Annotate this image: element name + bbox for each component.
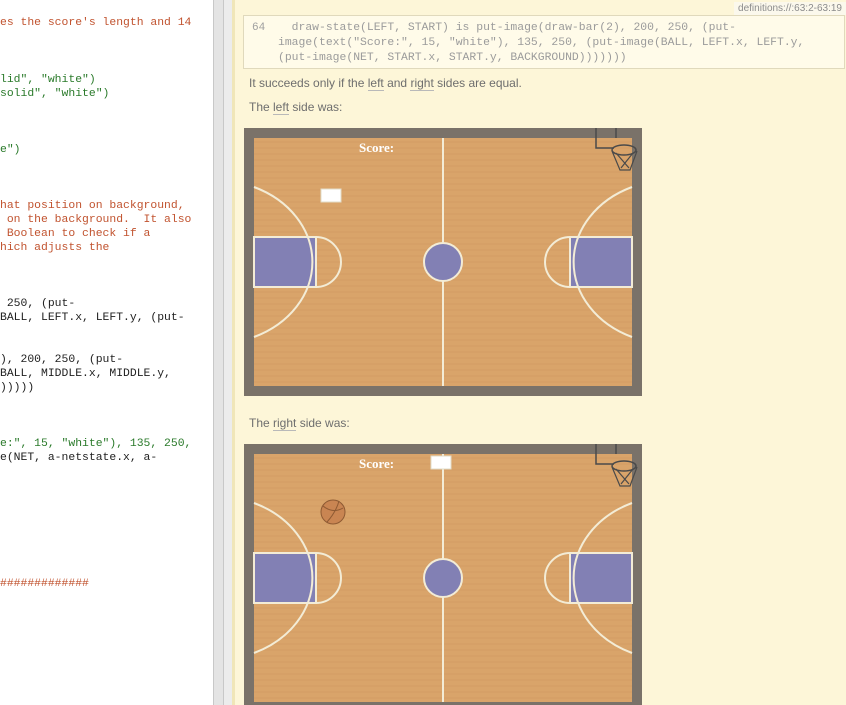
- check-expression: draw-state(LEFT, START) is put-image(dra…: [278, 21, 838, 66]
- check-expression-line: (put-image(NET, START.x, START.y, BACKGR…: [278, 52, 627, 64]
- left-court-image: Score:: [244, 128, 642, 396]
- code-line: ))))): [0, 382, 35, 394]
- code-line: solid", "white"): [0, 88, 110, 100]
- basketball: [320, 499, 346, 525]
- code-line: BALL, MIDDLE.x, MIDDLE.y,: [0, 368, 171, 380]
- left-side-caption: The left side was:: [249, 100, 343, 115]
- right-highlight-link[interactable]: right: [410, 76, 434, 91]
- code-line: 250, (put-: [0, 298, 76, 310]
- code-line: ), 200, 250, (put-: [0, 354, 124, 366]
- code-line: hich adjusts the: [0, 242, 110, 254]
- right-court-image: Score:: [244, 444, 642, 705]
- code-line: hat position on background,: [0, 200, 185, 212]
- score-label: Score:: [359, 456, 394, 471]
- right-side-caption: The right side was:: [249, 416, 350, 431]
- right-paint: [569, 552, 633, 604]
- right-highlight-link[interactable]: right: [273, 416, 297, 431]
- check-expression-line: image(text("Score:", 15, "white"), 135, …: [278, 37, 805, 49]
- code-line: lid", "white"): [0, 74, 96, 86]
- right-paint: [569, 236, 633, 288]
- check-code-block: 64 draw-state(LEFT, START) is put-image(…: [243, 15, 845, 69]
- code-line: e(NET, a-netstate.x, a-: [0, 452, 158, 464]
- code-line: e"): [0, 144, 21, 156]
- pane-splitter[interactable]: [213, 0, 224, 705]
- code-line: BALL, LEFT.x, LEFT.y, (put-: [0, 312, 185, 324]
- line-number: 64: [252, 22, 266, 34]
- code-line: #############: [0, 578, 89, 590]
- score-label: Score:: [359, 140, 394, 155]
- left-paint: [253, 552, 317, 604]
- code-line: Boolean to check if a: [0, 228, 151, 240]
- text: The: [249, 100, 274, 114]
- power-bar: [320, 188, 342, 203]
- left-highlight-link[interactable]: left: [273, 100, 290, 115]
- interactions-gutter: [224, 0, 232, 705]
- code-line: es the score's length and 14: [0, 17, 192, 29]
- center-circle: [423, 558, 463, 598]
- check-result-message: It succeeds only if the left and right s…: [249, 76, 522, 91]
- power-bar: [430, 455, 452, 470]
- text: It succeeds only if the: [249, 76, 368, 90]
- interactions-pane[interactable]: definitions://:63:2-63:19 64 draw-state(…: [232, 0, 846, 705]
- center-circle: [423, 242, 463, 282]
- text: and: [383, 76, 411, 90]
- text: side was:: [289, 100, 343, 114]
- text: side was:: [296, 416, 350, 430]
- text: sides are equal.: [433, 76, 522, 90]
- definitions-editor[interactable]: es the score's length and 14 lid", "white…: [0, 0, 213, 705]
- code-line: e:", 15, "white"), 135, 250,: [0, 438, 192, 450]
- definitions-location-link[interactable]: definitions://:63:2-63:19: [734, 2, 846, 15]
- text: The: [249, 416, 274, 430]
- pane-rule: [232, 0, 235, 705]
- left-highlight-link[interactable]: left: [367, 76, 384, 91]
- code-line: on the background. It also: [0, 214, 192, 226]
- check-expression-line: draw-state(LEFT, START) is put-image(dra…: [278, 22, 736, 34]
- left-paint: [253, 236, 317, 288]
